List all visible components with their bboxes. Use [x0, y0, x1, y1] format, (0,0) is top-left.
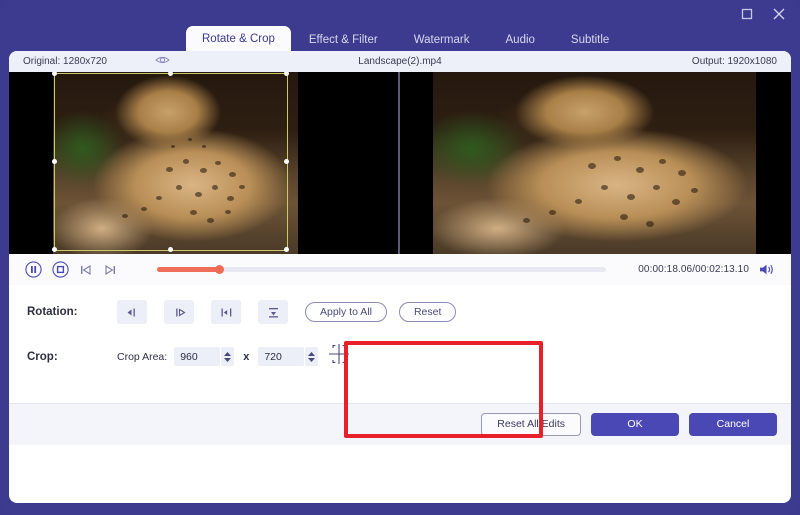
reset-all-edits-button[interactable]: Reset All Edits [481, 413, 581, 436]
video-frame-output [433, 72, 756, 254]
stop-icon[interactable] [52, 261, 69, 278]
crop-handle-middle-left[interactable] [52, 159, 57, 164]
apply-to-all-button[interactable]: Apply to All [305, 302, 387, 322]
output-preview [400, 72, 791, 254]
crop-handle-middle-right[interactable] [284, 159, 289, 164]
crop-width-input[interactable] [174, 347, 221, 366]
progress-slider[interactable] [157, 265, 606, 274]
crop-handle-top-left[interactable] [52, 72, 57, 76]
progress-fill [157, 267, 220, 272]
video-editor-window: Rotate & Crop Effect & Filter Watermark … [0, 0, 800, 515]
pause-icon[interactable] [25, 261, 42, 278]
edit-controls: Rotation: Apply to All Reset Crop: Crop … [9, 285, 791, 445]
info-bar: Original: 1280x720 Landscape(2).mp4 Outp… [9, 51, 791, 72]
rotate-left-icon[interactable] [117, 300, 147, 324]
crop-row: Crop: Crop Area: x [9, 343, 791, 370]
tab-rotate-crop[interactable]: Rotate & Crop [186, 26, 291, 52]
crop-height-stepper[interactable] [305, 347, 319, 366]
crop-label: Crop: [27, 350, 58, 363]
footer-bar: Reset All Edits OK Cancel [9, 403, 791, 445]
tab-bar: Rotate & Crop Effect & Filter Watermark … [186, 26, 627, 52]
next-frame-icon[interactable] [103, 263, 117, 277]
tab-watermark[interactable]: Watermark [396, 28, 488, 52]
timecode-display: 00:00:18.06/00:02:13.10 [638, 264, 749, 275]
title-bar [0, 0, 800, 28]
cancel-button[interactable]: Cancel [689, 413, 777, 436]
progress-knob[interactable] [215, 265, 225, 274]
volume-icon[interactable] [759, 263, 775, 281]
source-preview[interactable] [9, 72, 400, 254]
output-resolution: Output: 1920x1080 [691, 56, 777, 67]
rotation-label: Rotation: [27, 306, 78, 318]
preview-area [9, 72, 791, 254]
crop-height-input[interactable] [258, 347, 305, 366]
flip-horizontal-icon[interactable] [211, 300, 241, 324]
crop-handle-bottom-right[interactable] [284, 247, 289, 252]
cheetah-spots-output [433, 72, 756, 254]
tab-effect-filter[interactable]: Effect & Filter [291, 28, 396, 52]
crop-handle-bottom-center[interactable] [168, 247, 173, 252]
crop-handle-top-center[interactable] [168, 72, 173, 76]
ok-button[interactable]: OK [591, 413, 679, 436]
previous-frame-icon[interactable] [79, 263, 93, 277]
player-controls: 00:00:18.06/00:02:13.10 [9, 254, 791, 285]
tab-subtitle[interactable]: Subtitle [553, 28, 627, 52]
tab-audio[interactable]: Audio [488, 28, 553, 52]
crop-width-stepper[interactable] [221, 347, 235, 366]
rotation-row: Rotation: Apply to All Reset [9, 300, 791, 324]
footer-buttons: Reset All Edits OK Cancel [481, 413, 777, 436]
crop-position-icon[interactable] [327, 343, 351, 370]
main-panel: Original: 1280x720 Landscape(2).mp4 Outp… [9, 51, 791, 503]
dimension-separator: x [243, 350, 250, 363]
file-name: Landscape(2).mp4 [358, 56, 442, 67]
rotate-right-icon[interactable] [164, 300, 194, 324]
reset-rotation-button[interactable]: Reset [398, 302, 457, 322]
crop-area-label: Crop Area: [117, 350, 168, 363]
close-icon[interactable] [770, 5, 788, 23]
crop-selection-box[interactable] [52, 72, 289, 252]
flip-vertical-icon[interactable] [258, 300, 288, 324]
crop-handle-bottom-left[interactable] [52, 247, 57, 252]
maximize-icon[interactable] [738, 5, 756, 23]
window-controls [738, 5, 788, 23]
